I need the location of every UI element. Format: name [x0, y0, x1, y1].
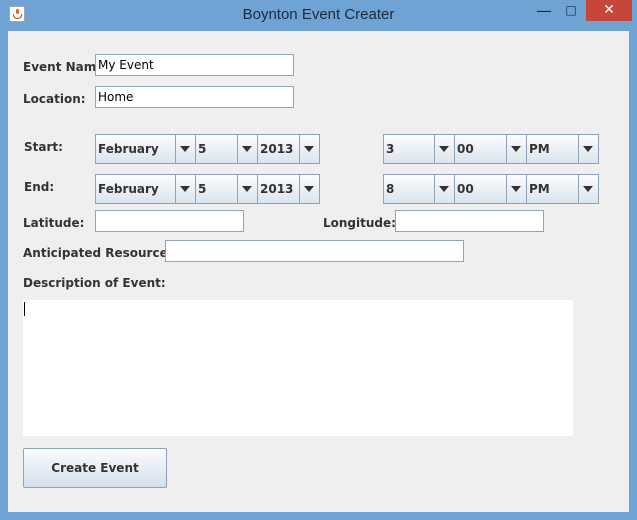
start-hour-value: 3: [386, 142, 395, 156]
title-bar[interactable]: Boynton Event Creater — □ ✕: [0, 0, 637, 30]
chevron-down-icon[interactable]: [434, 135, 454, 163]
latitude-field[interactable]: [95, 210, 244, 232]
app-window: Boynton Event Creater — □ ✕ Event Name: …: [0, 0, 637, 520]
end-label: End:: [24, 180, 55, 194]
description-textarea[interactable]: [23, 300, 573, 436]
start-label: Start:: [24, 140, 63, 154]
start-month-select[interactable]: February: [95, 134, 196, 164]
location-label: Location:: [23, 92, 86, 106]
start-hour-select[interactable]: 3: [383, 134, 455, 164]
form-panel: Event Name: My Event Location: Home Star…: [8, 31, 629, 512]
end-day-select[interactable]: 5: [195, 174, 258, 204]
create-event-button[interactable]: Create Event: [23, 448, 167, 488]
minimize-icon: —: [536, 1, 552, 20]
chevron-down-icon[interactable]: [299, 135, 319, 163]
event-name-field[interactable]: My Event: [95, 54, 294, 76]
text-caret: [24, 302, 25, 316]
maximize-button[interactable]: □: [558, 0, 584, 21]
start-year-select[interactable]: 2013: [257, 134, 320, 164]
end-year-select[interactable]: 2013: [257, 174, 320, 204]
chevron-down-icon[interactable]: [237, 175, 257, 203]
location-field[interactable]: Home: [95, 86, 294, 108]
start-minute-value: 00: [457, 142, 474, 156]
end-hour-select[interactable]: 8: [383, 174, 455, 204]
start-ampm-select[interactable]: PM: [526, 134, 599, 164]
end-minute-value: 00: [457, 182, 474, 196]
chevron-down-icon[interactable]: [237, 135, 257, 163]
start-minute-select[interactable]: 00: [454, 134, 527, 164]
start-day-select[interactable]: 5: [195, 134, 258, 164]
start-day-value: 5: [198, 142, 207, 156]
start-year-value: 2013: [260, 142, 294, 156]
latitude-label: Latitude:: [23, 216, 85, 230]
longitude-field[interactable]: [395, 210, 544, 232]
resources-field[interactable]: [165, 240, 464, 262]
longitude-label: Longitude:: [323, 216, 396, 230]
resources-label: Anticipated Resources:: [23, 246, 180, 260]
end-hour-value: 8: [386, 182, 395, 196]
chevron-down-icon[interactable]: [175, 175, 195, 203]
end-ampm-select[interactable]: PM: [526, 174, 599, 204]
close-button[interactable]: ✕: [586, 0, 632, 21]
chevron-down-icon[interactable]: [578, 135, 598, 163]
start-ampm-value: PM: [529, 142, 550, 156]
chevron-down-icon[interactable]: [506, 135, 526, 163]
maximize-icon: □: [565, 3, 577, 17]
chevron-down-icon[interactable]: [578, 175, 598, 203]
end-year-value: 2013: [260, 182, 294, 196]
start-month-value: February: [98, 142, 159, 156]
close-icon: ✕: [603, 2, 615, 18]
end-month-select[interactable]: February: [95, 174, 196, 204]
end-day-value: 5: [198, 182, 207, 196]
end-month-value: February: [98, 182, 159, 196]
end-ampm-value: PM: [529, 182, 550, 196]
chevron-down-icon[interactable]: [175, 135, 195, 163]
chevron-down-icon[interactable]: [299, 175, 319, 203]
chevron-down-icon[interactable]: [434, 175, 454, 203]
chevron-down-icon[interactable]: [506, 175, 526, 203]
description-label: Description of Event:: [23, 276, 166, 290]
end-minute-select[interactable]: 00: [454, 174, 527, 204]
minimize-button[interactable]: —: [531, 0, 557, 21]
